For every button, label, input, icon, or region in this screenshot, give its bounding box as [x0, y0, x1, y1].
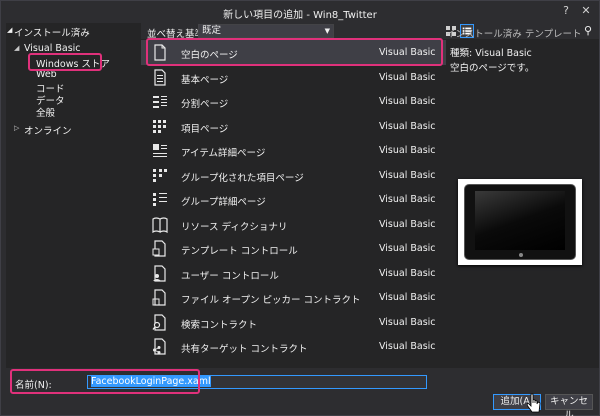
- chevron-down-icon: ▼: [324, 27, 330, 35]
- template-name: ファイル オープン ピッカー コントラクト: [181, 295, 361, 306]
- template-item[interactable]: 基本ページ Visual Basic: [141, 65, 446, 90]
- search-icon[interactable]: ⚲: [584, 24, 592, 37]
- template-item[interactable]: リソース ディクショナリ Visual Basic: [141, 212, 446, 237]
- tree-item-label: オンライン: [24, 126, 72, 137]
- tree-item-online[interactable]: ▷ オンライン: [14, 123, 72, 137]
- template-language: Visual Basic: [379, 71, 436, 83]
- template-name: テンプレート コントロール: [181, 246, 298, 257]
- search-box[interactable]: インストール済み テンプレート の検索 (Ctrl ⚲: [446, 23, 599, 40]
- template-language: Visual Basic: [379, 145, 436, 156]
- installed-header[interactable]: ◢ インストール済み: [6, 23, 141, 39]
- template-name: グループ化された項目ページ: [181, 172, 304, 184]
- template-item[interactable]: 項目ページ Visual Basic: [141, 114, 446, 139]
- add-new-item-dialog: 新しい項目の追加 - Win8_Twitter ? ✕ ◢ インストール済み ◢…: [0, 0, 600, 416]
- split-page-icon: [153, 96, 167, 108]
- tablet-preview-icon: [464, 184, 576, 260]
- installed-label: インストール済み: [14, 28, 90, 39]
- cancel-button[interactable]: キャンセル: [545, 394, 593, 416]
- file-open-picker-icon: [152, 289, 166, 306]
- title-bar: 新しい項目の追加 - Win8_Twitter ? ✕: [1, 1, 599, 23]
- search-contract-icon: [152, 313, 166, 331]
- template-language: Visual Basic: [379, 218, 436, 230]
- tablet-home-button: [519, 253, 523, 257]
- template-item[interactable]: テンプレート コントロール Visual Basic: [141, 236, 446, 261]
- items-page-icon: [153, 119, 166, 133]
- template-language: Visual Basic: [379, 292, 436, 303]
- template-list: 空白のページ Visual Basic 基本ページ Visual Basic 分割ページ…: [141, 38, 446, 368]
- close-button[interactable]: ✕: [577, 3, 595, 19]
- template-name: グループ詳細ページ: [181, 197, 266, 208]
- highlight-name-field: [10, 369, 200, 394]
- help-button[interactable]: ?: [557, 3, 575, 19]
- resource-dictionary-icon: [152, 216, 168, 233]
- details-pane: 種類: Visual Basic 空白のページです。: [446, 39, 599, 368]
- template-name: アイテム詳細ページ: [181, 148, 266, 159]
- template-name: ユーザー コントロール: [181, 270, 279, 282]
- tree-item-general[interactable]: 全般: [36, 105, 55, 119]
- sort-select[interactable]: 既定 ▼: [198, 24, 334, 38]
- template-name: 共有ターゲット コントラクト: [181, 344, 308, 355]
- sort-value: 既定: [202, 25, 222, 36]
- collapsed-arrow-icon: ▷: [14, 124, 20, 132]
- highlight-windows-store: [28, 53, 102, 71]
- collapse-arrow-icon[interactable]: ◢: [7, 26, 12, 34]
- template-language: Visual Basic: [379, 96, 436, 107]
- template-language: Visual Basic: [379, 194, 436, 205]
- template-name: 分割ページ: [181, 99, 229, 110]
- template-item[interactable]: ファイル オープン ピッカー コントラクト Visual Basic: [141, 285, 446, 310]
- expanded-arrow-icon: ◢: [14, 44, 20, 52]
- search-input[interactable]: インストール済み テンプレート の検索 (Ctrl: [446, 26, 582, 40]
- template-description: 空白のページです。: [450, 63, 535, 74]
- window-title: 新しい項目の追加 - Win8_Twitter: [223, 10, 377, 21]
- template-item[interactable]: ユーザー コントロール Visual Basic: [141, 261, 446, 286]
- item-detail-page-icon: [153, 144, 167, 157]
- template-item[interactable]: アイテム詳細ページ Visual Basic: [141, 138, 446, 163]
- template-item[interactable]: グループ化された項目ページ Visual Basic: [141, 163, 446, 188]
- template-name: 項目ページ: [181, 123, 229, 135]
- tablet-screen: [475, 191, 565, 250]
- template-name: 基本ページ: [181, 74, 229, 86]
- template-language: Visual Basic: [379, 316, 436, 328]
- mouse-cursor-icon: [527, 393, 541, 413]
- templated-control-icon: [152, 240, 166, 257]
- template-language: Visual Basic: [379, 169, 436, 181]
- template-item[interactable]: 検索コントラクト Visual Basic: [141, 310, 446, 335]
- template-name: 検索コントラクト: [181, 319, 258, 331]
- basic-page-icon: [154, 68, 166, 86]
- template-preview: [458, 179, 582, 265]
- group-detail-page-icon: [153, 193, 167, 206]
- template-language: Visual Basic: [379, 243, 436, 254]
- template-item[interactable]: グループ詳細ページ Visual Basic: [141, 187, 446, 212]
- template-language: Visual Basic: [379, 341, 436, 352]
- highlight-selected-item: [146, 38, 443, 66]
- template-language: Visual Basic: [379, 267, 436, 279]
- grouped-items-page-icon: [153, 168, 167, 182]
- share-target-icon: [153, 338, 166, 355]
- category-tree: ◢ インストール済み ◢ Visual Basic Windows ストア We…: [6, 23, 141, 368]
- template-name: リソース ディクショナリ: [181, 221, 288, 233]
- template-item[interactable]: 共有ターゲット コントラクト Visual Basic: [141, 334, 446, 359]
- template-item[interactable]: 分割ページ Visual Basic: [141, 89, 446, 114]
- template-language: Visual Basic: [379, 120, 436, 132]
- user-control-icon: [153, 264, 166, 282]
- tree-item-label: 全般: [36, 108, 56, 119]
- type-label: 種類: Visual Basic: [450, 48, 532, 59]
